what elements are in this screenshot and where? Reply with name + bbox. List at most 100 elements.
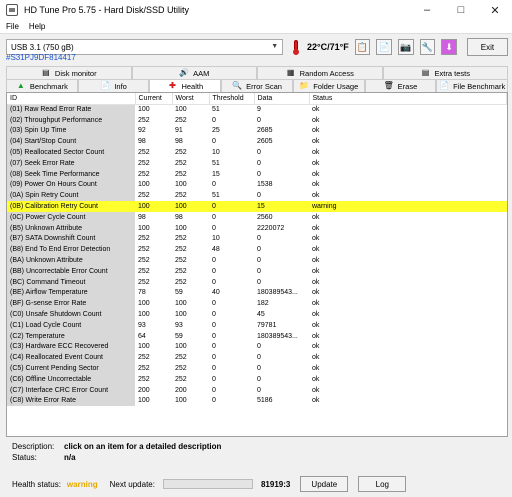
table-row[interactable]: (09) Power On Hours Count 100 100 0 1538 ok xyxy=(7,179,507,191)
options-wrench-icon[interactable]: 🔧 xyxy=(419,39,436,55)
table-row[interactable]: (C5) Current Pending Sector 252 252 0 0 ok xyxy=(7,363,507,374)
raw-data: 0 xyxy=(257,278,261,286)
attribute-name: (BA) Unknown Attribute xyxy=(7,255,135,266)
menu-file[interactable]: File xyxy=(6,22,19,31)
table-row[interactable]: (05) Reallocated Sector Count 252 252 10 0 ok xyxy=(7,147,507,158)
current-value: 252 xyxy=(138,116,150,124)
table-row[interactable]: (C4) Reallocated Event Count 252 252 0 0 ok xyxy=(7,352,507,364)
tab-folder-usage[interactable]: 📁 Folder Usage xyxy=(292,79,365,92)
table-row[interactable]: (BC) Command Timeout 252 252 0 0 ok xyxy=(7,276,507,288)
attribute-name: (BF) G-sense Error Rate xyxy=(7,298,135,310)
worst-value: 98 xyxy=(175,138,183,146)
table-row[interactable]: (0B) Calibration Retry Count 100 100 0 15 war… xyxy=(7,201,507,212)
table-row[interactable]: (07) Seek Error Rate 252 252 51 0 ok xyxy=(7,157,507,169)
raw-data: 2605 xyxy=(257,138,273,146)
save-download-icon[interactable]: ⬇ xyxy=(441,39,457,55)
table-row[interactable]: (C3) Hardware ECC Recovered 100 100 0 0 ok xyxy=(7,341,507,353)
column-header-status[interactable]: Status xyxy=(309,93,507,105)
tab-health[interactable]: ✚ Health xyxy=(149,79,222,92)
raw-data: 182 xyxy=(257,300,269,308)
table-row[interactable]: (0C) Power Cycle Count 98 98 0 2560 ok xyxy=(7,211,507,223)
threshold-value: 0 xyxy=(212,332,216,340)
threshold-value: 0 xyxy=(212,375,216,383)
tab-erase[interactable]: 🗑 Erase xyxy=(364,79,437,92)
worst-value: 59 xyxy=(175,289,183,297)
current-value: 252 xyxy=(138,246,150,254)
attribute-name: (C4) Reallocated Event Count xyxy=(7,352,135,364)
tab-extra-tests[interactable]: ▤ Extra tests xyxy=(382,66,508,79)
attribute-name: (0C) Power Cycle Count xyxy=(7,211,135,223)
column-header-current[interactable]: Current xyxy=(135,93,173,105)
table-row[interactable]: (C8) Write Error Rate 100 100 0 5186 ok xyxy=(7,395,507,407)
threshold-value: 0 xyxy=(212,386,216,394)
table-row[interactable]: (B5) Unknown Attribute 100 100 0 2220072 ok xyxy=(7,222,507,234)
tab-aam[interactable]: 🔊 AAM xyxy=(131,66,257,79)
threshold-value: 0 xyxy=(212,397,216,405)
table-row[interactable]: (0A) Spin Retry Count 252 252 51 0 ok xyxy=(7,190,507,202)
folder-icon: 📁 xyxy=(299,81,310,90)
tab-random-access[interactable]: ▦ Random Access xyxy=(257,66,383,79)
status-value: ok xyxy=(312,386,320,394)
log-button[interactable]: Log xyxy=(358,476,407,492)
attribute-name: (09) Power On Hours Count xyxy=(7,179,135,191)
current-value: 98 xyxy=(138,138,146,146)
worst-value: 100 xyxy=(175,311,187,319)
column-header-worst[interactable]: Worst xyxy=(172,93,210,105)
threshold-value: 0 xyxy=(212,278,216,286)
status-value: ok xyxy=(312,159,320,167)
drive-serial: #S31PJ9DF814417 xyxy=(6,53,76,62)
table-row[interactable]: (C7) Interface CRC Error Count 200 200 0 0 ok xyxy=(7,384,507,396)
column-header-data[interactable]: Data xyxy=(254,93,310,105)
table-row[interactable]: (C2) Temperature 64 59 0 180389543... ok xyxy=(7,330,507,342)
table-row[interactable]: (C1) Load Cycle Count 93 93 0 79781 ok xyxy=(7,319,507,331)
attribute-name: (01) Raw Read Error Rate xyxy=(7,104,135,115)
table-row[interactable]: (02) Throughput Performance 252 252 0 0 ok xyxy=(7,114,507,126)
tab-row-1: ▤ Disk monitor 🔊 AAM ▦ Random Access ▤ Extra… xyxy=(6,66,508,79)
tab-info[interactable]: 📄 Info xyxy=(77,79,150,92)
status-value: ok xyxy=(312,149,320,157)
status-value: ok xyxy=(312,365,320,373)
table-row[interactable]: (C0) Unsafe Shutdown Count 100 100 0 45 ok xyxy=(7,309,507,320)
worst-value: 252 xyxy=(175,354,187,362)
update-button[interactable]: Update xyxy=(300,476,349,492)
column-header-threshold[interactable]: Threshold xyxy=(209,93,255,105)
table-row[interactable]: (BB) Uncorrectable Error Count 252 252 0 0 ok xyxy=(7,265,507,277)
minimize-icon[interactable]: – xyxy=(410,0,444,20)
worst-value: 252 xyxy=(175,170,187,178)
raw-data: 180389543... xyxy=(257,332,298,340)
raw-data: 2560 xyxy=(257,213,273,221)
raw-data: 0 xyxy=(257,235,261,243)
raw-data: 0 xyxy=(257,159,261,167)
worst-value: 100 xyxy=(175,397,187,405)
column-header-id[interactable]: ID xyxy=(7,93,136,105)
screenshot-camera-icon[interactable]: 📷 xyxy=(398,39,414,55)
tab-file-benchmark[interactable]: 📄 File Benchmark xyxy=(436,79,509,92)
close-icon[interactable]: ✕ xyxy=(478,0,512,20)
table-row[interactable]: (01) Raw Read Error Rate 100 100 51 9 ok xyxy=(7,104,507,115)
threshold-value: 51 xyxy=(212,192,220,200)
table-row[interactable]: (04) Start/Stop Count 98 98 0 2605 ok xyxy=(7,136,507,148)
status-bar: Health status: warning Next update: 8191… xyxy=(6,475,508,493)
tab-disk-monitor[interactable]: ▤ Disk monitor xyxy=(6,66,132,79)
raw-data: 79781 xyxy=(257,321,277,329)
threshold-value: 51 xyxy=(212,159,220,167)
status-value: ok xyxy=(312,170,320,178)
copy-image-icon[interactable]: 📄 xyxy=(376,39,392,55)
tab-benchmark[interactable]: ▲ Benchmark xyxy=(6,79,78,92)
table-row[interactable]: (B8) End To End Error Detection 252 252 48 0… xyxy=(7,244,507,256)
exit-button[interactable]: Exit xyxy=(466,38,508,56)
table-row[interactable]: (B7) SATA Downshift Count 252 252 10 0 ok xyxy=(7,233,507,245)
menu-help[interactable]: Help xyxy=(29,22,45,31)
worst-value: 59 xyxy=(175,332,183,340)
maximize-icon[interactable]: □ xyxy=(444,0,478,20)
table-row[interactable]: (03) Spin Up Time 92 91 25 2685 ok xyxy=(7,125,507,137)
table-row[interactable]: (08) Seek Time Performance 252 252 15 0 ok xyxy=(7,168,507,180)
tab-error-scan[interactable]: 🔍 Error Scan xyxy=(221,79,293,92)
table-row[interactable]: (BF) G-sense Error Rate 100 100 0 182 ok xyxy=(7,298,507,310)
table-row[interactable]: (BA) Unknown Attribute 252 252 0 0 ok xyxy=(7,255,507,266)
copy-text-icon[interactable]: 📋 xyxy=(354,39,371,55)
table-row[interactable]: (C6) Offline Uncorrectable 252 252 0 0 ok xyxy=(7,373,507,385)
status-value: ok xyxy=(312,224,320,232)
smart-table-panel: ID Current Worst Threshold Data Status (… xyxy=(6,92,508,437)
table-row[interactable]: (BE) Airflow Temperature 78 59 40 180389543.… xyxy=(7,287,507,299)
